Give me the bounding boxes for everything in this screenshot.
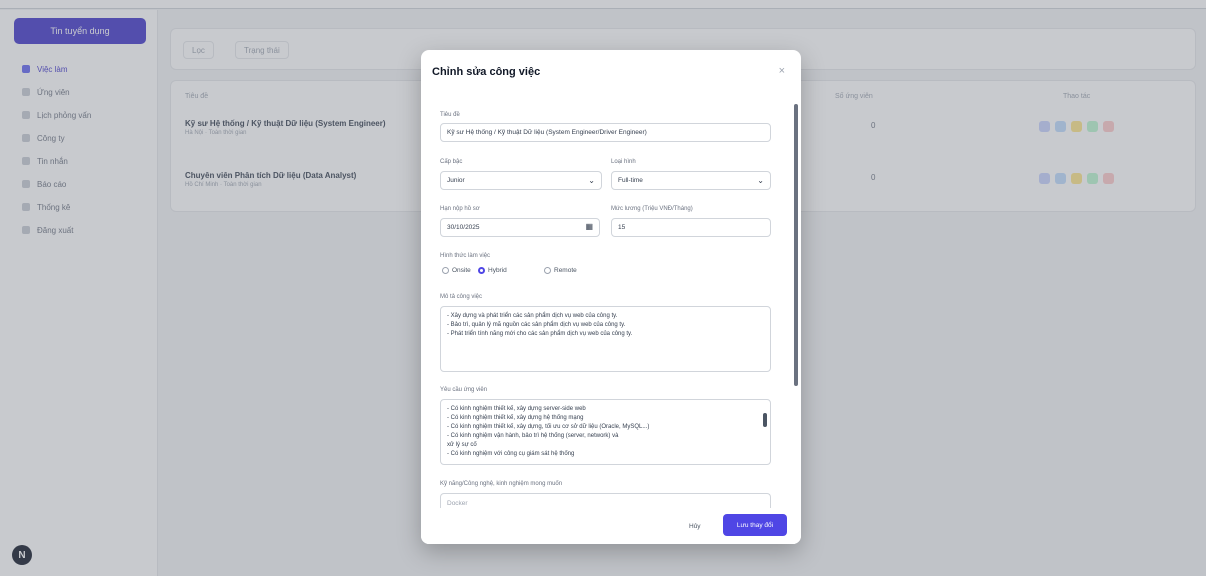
title-label: Tiêu đề [440,112,460,118]
modal-scrollbar[interactable] [794,98,799,498]
chevron-down-icon: ⌄ [588,176,595,185]
description-line: - Xây dựng và phát triển các sản phẩm dị… [447,313,618,319]
type-label: Loại hình [611,159,636,165]
scrollbar-thumb[interactable] [794,104,798,386]
requirements-line: - Có kinh nghiệm thiết kế, xây dựng, tối… [447,424,650,430]
radio-label: Remote [554,267,577,274]
radio-onsite[interactable]: Onsite [442,267,471,274]
deadline-value: 30/10/2025 [447,224,480,231]
benefits-label: Kỹ năng/Công nghệ, kinh nghiệm mong muốn [440,481,563,487]
requirements-textarea[interactable]: - Có kinh nghiệm thiết kế, xây dựng serv… [440,399,771,465]
radio-circle [544,267,551,274]
salary-label: Mức lương (Triệu VNĐ/Tháng) [611,206,693,212]
requirements-line: - Có kinh nghiệm vận hành, bảo trì hệ th… [447,433,619,439]
title-input[interactable]: Kỹ sư Hệ thống / Kỹ thuật Dữ liệu (Syste… [440,123,771,142]
cancel-button[interactable]: Hủy [683,517,707,535]
scrollbar-thumb[interactable] [763,413,767,427]
salary-input[interactable]: 15 [611,218,771,237]
requirements-line: - Có kinh nghiệm thiết kế, xây dựng hệ t… [447,415,584,421]
radio-hybrid[interactable]: Hybrid [478,267,507,274]
modal-body: Tiêu đề Kỹ sư Hệ thống / Kỹ thuật Dữ liệ… [421,98,793,508]
benefits-input[interactable]: Docker [440,493,771,508]
description-line: - Bảo trì, quản lý mã nguồn các sản phẩm… [447,322,626,328]
description-label: Mô tả công việc [440,294,483,300]
modal-footer: Hủy Lưu thay đổi [421,508,801,544]
modal-title: Chỉnh sửa công việc [432,66,541,78]
type-value: Full-time [618,177,643,184]
calendar-icon[interactable]: ▦ [585,222,593,231]
deadline-input[interactable]: 30/10/2025 ▦ [440,218,600,237]
radio-circle [442,267,449,274]
requirements-line: - Có kinh nghiệm thiết kế, xây dựng serv… [447,406,586,412]
description-textarea[interactable]: - Xây dựng và phát triển các sản phẩm dị… [440,306,771,372]
requirements-line: xử lý sự cố [447,442,477,448]
deadline-label: Hạn nộp hồ sơ [440,206,480,212]
radio-remote[interactable]: Remote [544,267,577,274]
level-label: Cấp bậc [440,159,463,165]
radio-label: Onsite [452,267,471,274]
radio-label: Hybrid [488,267,507,274]
radio-circle-checked [478,267,485,274]
description-line: - Phát triển tính năng mới cho các sản p… [447,331,633,337]
type-select[interactable]: Full-time ⌄ [611,171,771,190]
edit-job-modal: Chỉnh sửa công việc × Tiêu đề Kỹ sư Hệ t… [421,50,801,544]
requirements-label: Yêu cầu ứng viên [440,387,488,393]
save-button[interactable]: Lưu thay đổi [723,514,787,536]
workmode-label: Hình thức làm việc [440,253,491,259]
chevron-down-icon: ⌄ [757,176,764,185]
level-select[interactable]: Junior ⌄ [440,171,602,190]
textarea-scrollbar[interactable] [763,403,767,461]
requirements-line: - Có kinh nghiệm với công cụ giám sát hệ… [447,451,575,457]
level-value: Junior [447,177,465,184]
close-icon[interactable]: × [779,65,785,77]
